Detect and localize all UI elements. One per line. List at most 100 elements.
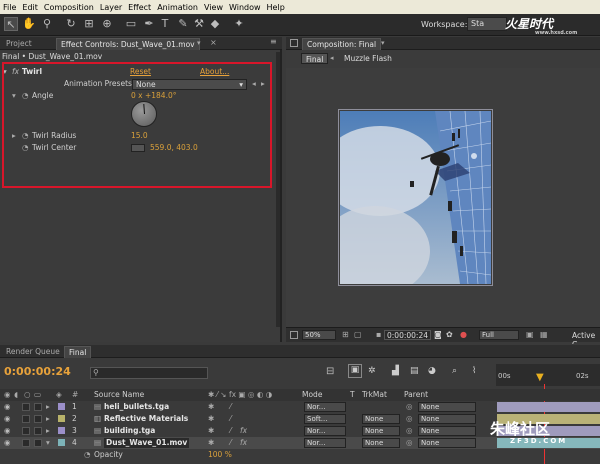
lock-checkbox[interactable] (34, 427, 42, 435)
menu-animation[interactable]: Animation (154, 3, 201, 12)
panel-menu-icon[interactable]: ≡ (270, 37, 277, 46)
tab-close-icon[interactable]: × (210, 38, 217, 47)
solo-checkbox[interactable] (22, 403, 30, 411)
mode-dropdown[interactable]: Nor... (304, 426, 346, 436)
shy-switch-icon[interactable]: ✱ (208, 425, 214, 437)
pickwhip-icon[interactable]: ◎ (406, 413, 413, 425)
menu-edit[interactable]: Edit (19, 3, 41, 12)
menu-layer[interactable]: Layer (97, 3, 125, 12)
shy-switch-icon[interactable]: ✱ (208, 437, 214, 449)
source-name-header[interactable]: Source Name (94, 389, 144, 401)
pan-behind-tool-icon[interactable]: ⊕ (100, 17, 114, 31)
menu-window[interactable]: Window (226, 3, 264, 12)
fx-switch-icon[interactable]: fx (240, 437, 247, 449)
crumb-final[interactable]: Final (301, 53, 329, 64)
text-tool-icon[interactable]: T (158, 17, 172, 31)
quality-switch-icon[interactable]: ⁄ (230, 425, 231, 437)
tab-project[interactable]: Project (2, 38, 36, 50)
visibility-eye-icon[interactable]: ◉ (4, 401, 11, 413)
opacity-value[interactable]: 100 % (208, 449, 232, 461)
zoom-dropdown[interactable]: 50% (302, 330, 336, 340)
left-scrollbar[interactable] (276, 52, 280, 327)
pickwhip-icon[interactable]: ◎ (406, 437, 413, 449)
timeline-timecode[interactable]: 0:00:00:24 (4, 365, 71, 378)
parent-dropdown[interactable]: None (418, 426, 476, 436)
tab-render-queue[interactable]: Render Queue (2, 346, 64, 358)
lock-checkbox[interactable] (34, 439, 42, 447)
clone-stamp-tool-icon[interactable]: ⚒ (192, 17, 206, 31)
frame-blending-icon[interactable]: ▤ (410, 366, 419, 376)
tab-effect-controls[interactable]: Effect Controls: Dust_Wave_01.mov (56, 38, 200, 50)
show-snapshot-icon[interactable]: ✿ (446, 330, 453, 339)
tab-composition[interactable]: Composition: Final (302, 38, 382, 50)
roi-icon[interactable]: ▣ (526, 330, 534, 339)
mode-dropdown[interactable]: Nor... (304, 438, 346, 448)
pen-tool-icon[interactable]: ✒ (142, 17, 156, 31)
expand-layer-icon[interactable]: ▸ (46, 413, 50, 425)
eraser-tool-icon[interactable]: ◆ (208, 17, 222, 31)
mode-header[interactable]: Mode (302, 389, 322, 401)
fx-switch-icon[interactable]: fx (240, 425, 247, 437)
transparency-grid-icon[interactable]: ▦ (540, 330, 548, 339)
layer-search-input[interactable]: ⚲ (90, 367, 208, 379)
comp-dropdown-icon[interactable]: ▾ (381, 39, 385, 47)
comp-lock-icon[interactable] (290, 39, 298, 47)
lock-checkbox[interactable] (34, 415, 42, 423)
comp-render[interactable] (340, 111, 491, 284)
crumb-muzzle-flash[interactable]: Muzzle Flash (344, 54, 392, 63)
live-update-icon[interactable]: ▣ (348, 364, 362, 378)
trkmat-dropdown[interactable]: None (362, 414, 400, 424)
color-channels-icon[interactable]: ● (460, 330, 467, 339)
shy-switch-icon[interactable]: ✱ (208, 401, 214, 413)
comp-mini-flowchart-icon[interactable]: ⊟ (326, 366, 334, 377)
layer-label-color[interactable] (58, 403, 65, 410)
draft-3d-icon[interactable]: ✲ (368, 366, 376, 376)
tab-final[interactable]: Final (64, 346, 92, 358)
layer-label-color[interactable] (58, 427, 65, 434)
solo-checkbox[interactable] (22, 427, 30, 435)
layer-label-color[interactable] (58, 415, 65, 422)
quality-switch-icon[interactable]: ⁄ (230, 401, 231, 413)
layer-name[interactable]: heli_bullets.tga (104, 401, 169, 413)
brainstorm-icon[interactable]: ⌇ (472, 366, 476, 376)
layer-name[interactable]: Reflective Materials (104, 413, 188, 425)
puppet-tool-icon[interactable]: ✦ (232, 17, 246, 31)
menu-effect[interactable]: Effect (125, 3, 154, 12)
camera-snapshot-icon[interactable]: ◙ (434, 330, 442, 339)
comp-timecode[interactable]: 0:00:00:24 (384, 330, 431, 340)
quality-switch-icon[interactable]: ⁄ (230, 437, 231, 449)
solo-checkbox[interactable] (22, 439, 30, 447)
trkmat-header[interactable]: TrkMat (362, 389, 387, 401)
trkmat-dropdown[interactable]: None (362, 438, 400, 448)
workspace-select[interactable]: Sta (467, 17, 507, 31)
rotate-tool-icon[interactable]: ↻ (64, 17, 78, 31)
solo-checkbox[interactable] (22, 415, 30, 423)
hide-shy-icon[interactable]: ▟ (392, 366, 399, 376)
table-row[interactable]: ◉ ▸ 1 ▤ heli_bullets.tga ✱ ⁄ Nor... ◎ No… (0, 401, 600, 413)
visibility-eye-icon[interactable]: ◉ (4, 425, 11, 437)
resolution-dropdown[interactable]: Full (479, 330, 519, 340)
lock-checkbox[interactable] (34, 403, 42, 411)
grid-icon[interactable]: ⊞ (342, 330, 349, 339)
layer-name[interactable]: Dust_Wave_01.mov (104, 438, 190, 448)
motion-blur-icon[interactable]: ◕ (428, 366, 436, 376)
opacity-stopwatch-icon[interactable]: ◔ (84, 449, 91, 461)
visibility-eye-icon[interactable]: ◉ (4, 437, 11, 449)
tab-dropdown-icon[interactable]: ▾ (197, 39, 201, 47)
pickwhip-icon[interactable]: ◎ (406, 425, 413, 437)
layer-label-color[interactable] (58, 439, 65, 446)
always-preview-icon[interactable] (290, 331, 298, 339)
layer-duration-bar[interactable] (497, 402, 600, 412)
menu-help[interactable]: Help (264, 3, 288, 12)
camera-tool-icon[interactable]: ⊞ (82, 17, 96, 31)
mode-dropdown[interactable]: Nor... (304, 402, 346, 412)
trkmat-dropdown[interactable]: None (362, 426, 400, 436)
expand-layer-icon[interactable]: ▸ (46, 401, 50, 413)
parent-dropdown[interactable]: None (418, 414, 476, 424)
selection-tool-icon[interactable]: ↖ (4, 17, 18, 31)
shy-switch-icon[interactable]: ✱ (208, 413, 214, 425)
time-ruler[interactable]: 00s 02s ▼ (496, 364, 600, 386)
collapse-layer-icon[interactable]: ▾ (46, 437, 50, 449)
rectangle-tool-icon[interactable]: ▭ (124, 17, 138, 31)
menu-view[interactable]: View (201, 3, 226, 12)
